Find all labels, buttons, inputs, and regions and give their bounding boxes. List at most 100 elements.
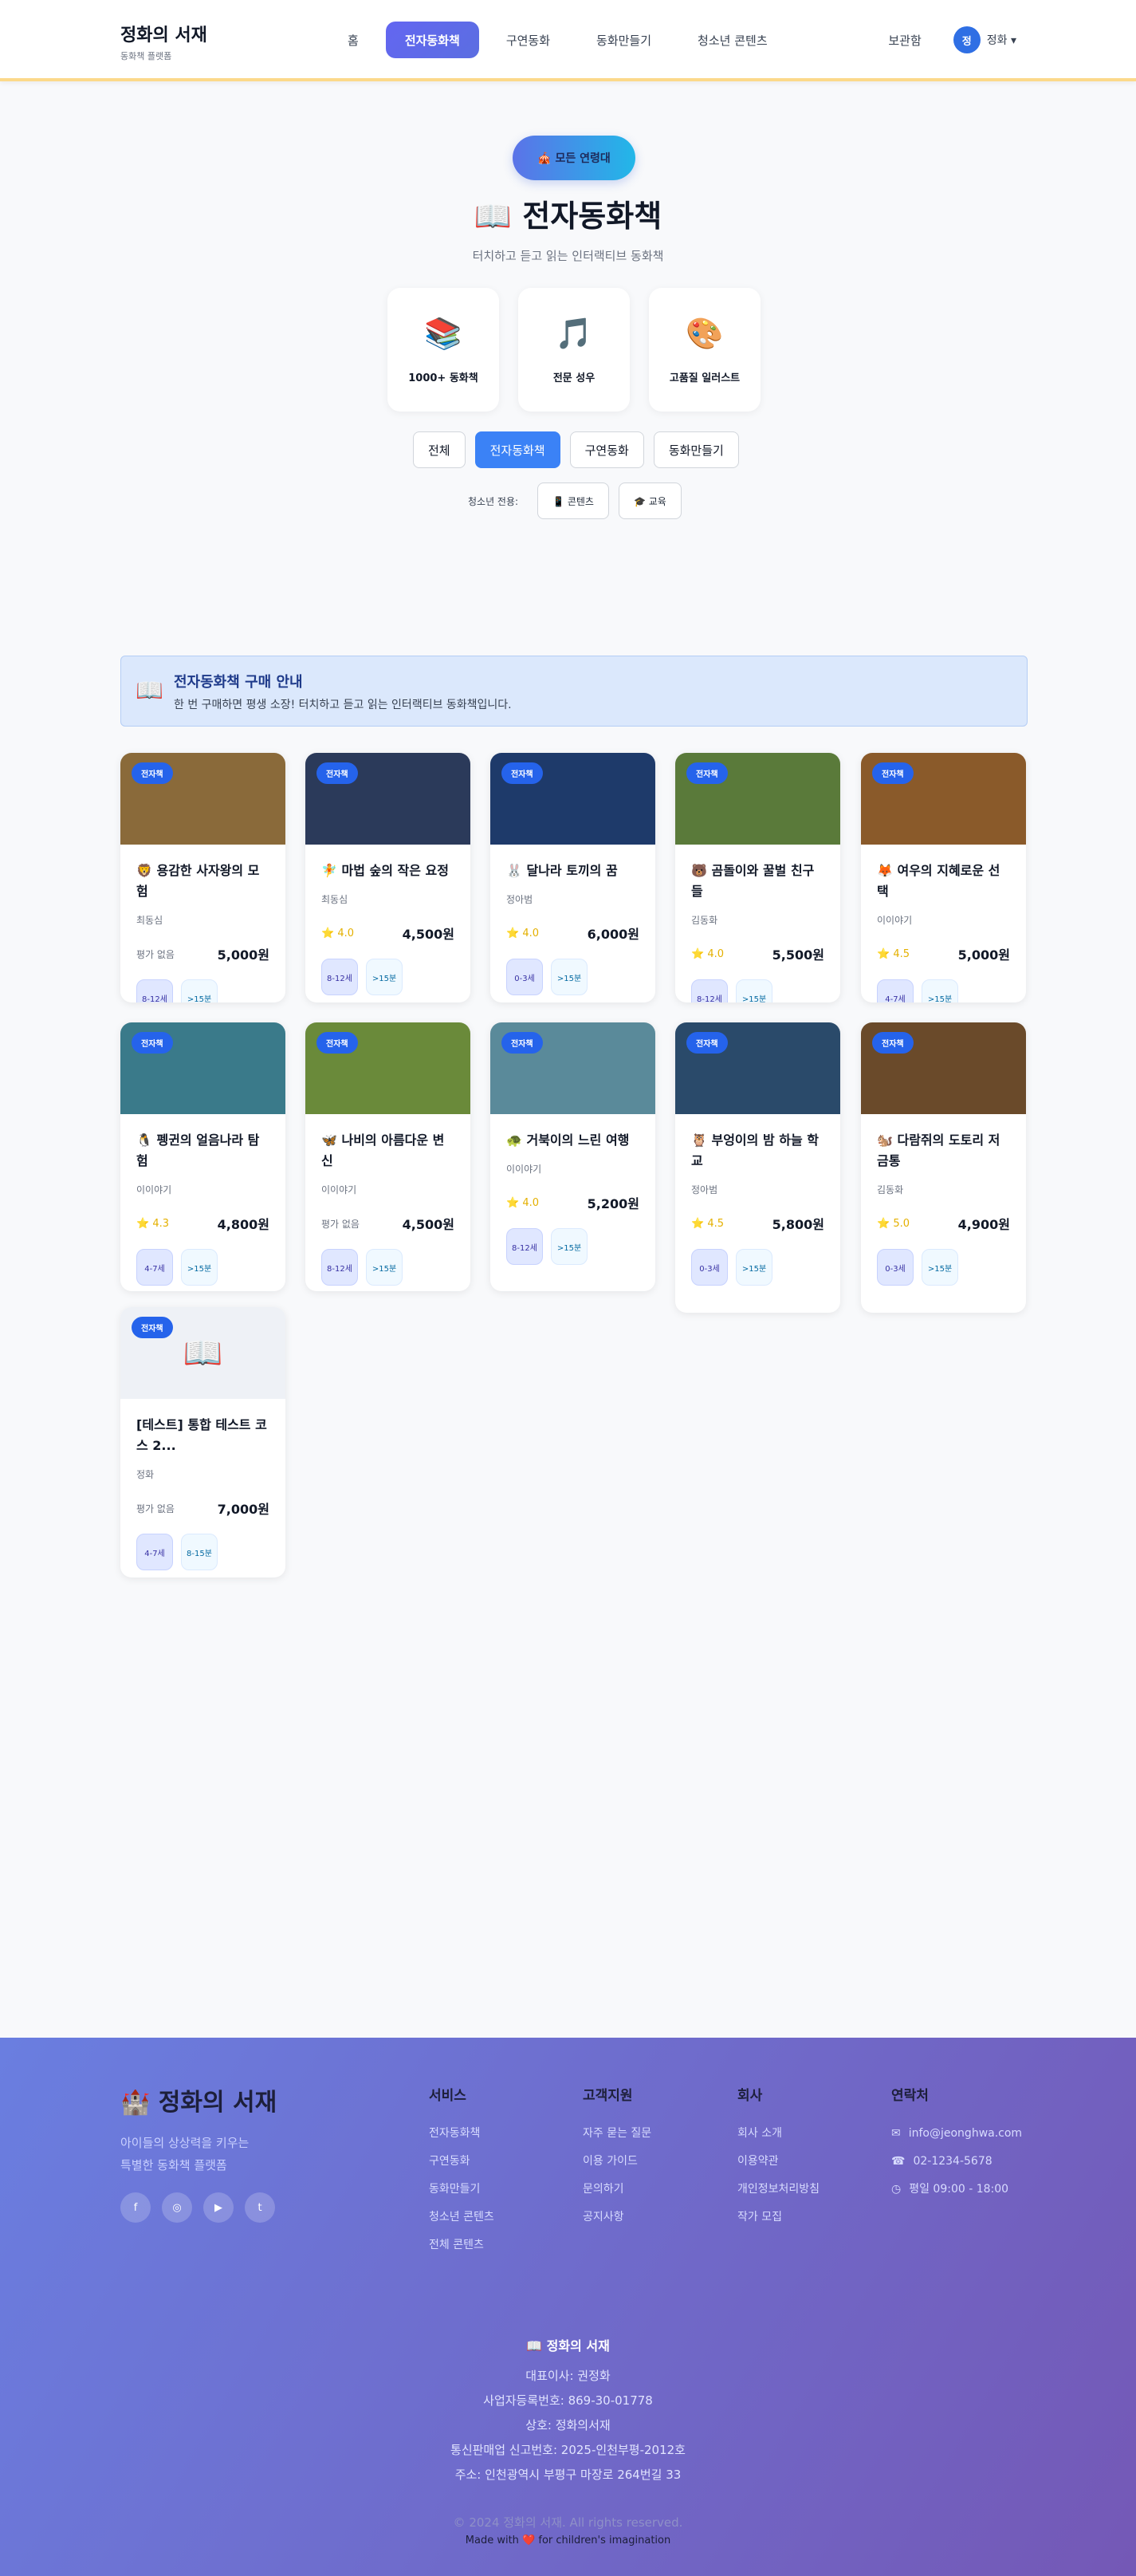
footer-link[interactable]: 구연동화	[429, 2148, 494, 2176]
contact-email[interactable]: ✉ info@jeonghwa.com	[891, 2120, 1027, 2148]
filter-storytelling[interactable]: 구연동화	[569, 431, 644, 468]
book-cover[interactable]: 전자책	[675, 1022, 840, 1114]
filter-create[interactable]: 동화만들기	[653, 431, 739, 468]
footer-link[interactable]: 공지사항	[583, 2204, 651, 2231]
book-price: 5,200원	[587, 1196, 639, 1211]
youth-label: 청소년 전용:	[468, 495, 519, 507]
book-card[interactable]: 전자책 🐧 펭귄의 얼음나라 탐험 이이야기 ⭐ 4.3 4,800원 4-7세 >15분	[120, 1022, 285, 1291]
company-info: 대표이사: 권정화 사업자등록번호: 869-30-01778 상호: 정화의서…	[0, 2364, 1136, 2487]
book-card[interactable]: 전자책 🐻 곰돌이와 꿀벌 친구들 김동화 ⭐ 4.0 5,500원 8-12세 >15분	[675, 753, 840, 1002]
youtube-icon[interactable]: ▶	[203, 2192, 234, 2223]
book-card[interactable]: 전자책 🦉 부엉이의 밤 하늘 학교 정아범 ⭐ 4.5 5,800원 0-3세 >15분	[675, 1022, 840, 1313]
age-tag: 4-7세	[877, 979, 914, 1002]
footer-desc-line: 아이들의 상상력을 키우는	[120, 2136, 250, 2150]
book-price: 4,500원	[402, 1217, 454, 1232]
book-card[interactable]: 전자책 🦋 나비의 아름다운 변신 이이야기 평가 없음 4,500원 8-12세 >15분	[305, 1022, 470, 1291]
contact-text: info@jeonghwa.com	[908, 2127, 1023, 2140]
facebook-icon[interactable]: f	[120, 2192, 151, 2223]
book-cover[interactable]: 전자책	[120, 1022, 285, 1114]
book-price: 5,000원	[217, 947, 269, 963]
footer-link[interactable]: 전체 콘텐츠	[429, 2231, 494, 2259]
book-rating: 평가 없음	[321, 1218, 360, 1230]
ebook-badge: 전자책	[686, 762, 728, 784]
book-rating: ⭐ 4.0	[506, 927, 539, 939]
footer-link[interactable]: 전자동화책	[429, 2120, 494, 2148]
book-card[interactable]: 전자책 🐰 달나라 토끼의 꿈 정아범 ⭐ 4.0 6,000원 0-3세 >15분	[490, 753, 655, 1002]
footer-link[interactable]: 동화만들기	[429, 2176, 494, 2204]
nav-create[interactable]: 동화만들기	[577, 22, 670, 58]
nav-ebooks[interactable]: 전자동화책	[385, 22, 479, 58]
footer-link[interactable]: 작가 모집	[737, 2204, 820, 2231]
ebook-badge: 전자책	[132, 762, 173, 784]
instagram-icon[interactable]: ◎	[162, 2192, 192, 2223]
twitter-icon[interactable]: t	[245, 2192, 275, 2223]
book-cover[interactable]: 전자책	[305, 1022, 470, 1114]
book-rating: ⭐ 4.5	[691, 1217, 724, 1230]
age-pill[interactable]: 🎪 모든 연령대	[513, 136, 635, 180]
user-menu[interactable]: 정 정화 ▾	[953, 26, 1016, 53]
footer-link[interactable]: 문의하기	[583, 2176, 651, 2204]
duration-tag: >15분	[181, 1249, 218, 1286]
book-cover[interactable]: 전자책	[490, 1022, 655, 1114]
book-title: 🦊 여우의 지혜로운 선택	[877, 863, 1000, 899]
palette-icon: 🎨	[686, 315, 724, 351]
book-price: 6,000원	[587, 927, 639, 942]
book-cover[interactable]: 전자책	[305, 753, 470, 845]
filter-all[interactable]: 전체	[413, 431, 466, 468]
site-header: 정화의 서재 동화책 플랫폼 홈 전자동화책 구연동화 동화만들기 청소년 콘텐…	[0, 0, 1136, 81]
duration-tag: 8-15분	[181, 1534, 218, 1570]
ebook-badge: 전자책	[872, 1032, 914, 1054]
book-cover[interactable]: 전자책	[861, 753, 1026, 845]
footer-link[interactable]: 이용 가이드	[583, 2148, 651, 2176]
library-link[interactable]: 보관함	[888, 32, 921, 49]
ebook-badge: 전자책	[316, 1032, 358, 1054]
footer-link[interactable]: 개인정보처리방침	[737, 2176, 820, 2204]
footer-col-service: 서비스 전자동화책 구연동화 동화만들기 청소년 콘텐츠 전체 콘텐츠	[429, 2084, 494, 2259]
contact-text: 평일 09:00 - 18:00	[909, 2183, 1009, 2196]
nav-youth[interactable]: 청소년 콘텐츠	[678, 22, 787, 58]
filter-ebooks[interactable]: 전자동화책	[474, 431, 560, 468]
book-author: 김동화	[691, 915, 718, 926]
company-info-line: 주소: 인천광역시 부평구 마장로 264번길 33	[454, 2468, 682, 2482]
book-cover[interactable]: 전자책	[675, 753, 840, 845]
book-cover[interactable]: 전자책	[861, 1022, 1026, 1114]
book-title: 🐧 펭귄의 얼음나라 탐험	[136, 1132, 260, 1168]
book-title: 🧚 마법 숲의 작은 요정	[321, 863, 449, 878]
book-cover[interactable]: 전자책	[120, 753, 285, 845]
book-cover[interactable]: 전자책	[490, 753, 655, 845]
book-card[interactable]: 📖 전자책 [테스트] 통합 테스트 코스 2... 정화 평가 없음 7,000원 4-7…	[120, 1307, 285, 1578]
duration-tag: >15분	[551, 959, 588, 995]
book-card[interactable]: 전자책 🐿️ 다람쥐의 도토리 저금통 김동화 ⭐ 5.0 4,900원 0-3세 >15분	[861, 1022, 1026, 1313]
duration-tag: >15분	[736, 979, 772, 1002]
book-card[interactable]: 전자책 🦁 용감한 사자왕의 모험 최동심 평가 없음 5,000원 8-12세 >15분	[120, 753, 285, 1002]
book-card[interactable]: 전자책 🐢 거북이의 느린 여행 이이야기 ⭐ 4.0 5,200원 8-12세 >15분	[490, 1022, 655, 1291]
age-tag: 0-3세	[877, 1249, 914, 1286]
book-title: 🐰 달나라 토끼의 꿈	[506, 863, 618, 878]
site-logo[interactable]: 정화의 서재 동화책 플랫폼	[120, 21, 207, 62]
book-card[interactable]: 전자책 🦊 여우의 지혜로운 선택 이이야기 ⭐ 4.5 5,000원 4-7세 >15분	[861, 753, 1026, 1002]
footer-link[interactable]: 청소년 콘텐츠	[429, 2204, 494, 2231]
feature-card: 📚 1000+ 동화책	[387, 288, 499, 412]
age-tag: 8-12세	[321, 1249, 358, 1286]
footer-link[interactable]: 회사 소개	[737, 2120, 820, 2148]
company-info-line: 상호: 정화의서재	[525, 2418, 611, 2432]
book-placeholder-icon: 📖	[183, 1335, 223, 1372]
duration-tag: >15분	[366, 959, 403, 995]
nav-storytelling[interactable]: 구연동화	[487, 22, 569, 58]
contact-phone[interactable]: ☎ 02-1234-5678	[891, 2148, 1027, 2176]
book-title: 🦁 용감한 사자왕의 모험	[136, 863, 260, 899]
footer-col-title: 서비스	[429, 2088, 466, 2104]
nav-home[interactable]: 홈	[328, 22, 378, 58]
feature-label: 1000+ 동화책	[408, 372, 478, 384]
ebook-badge: 전자책	[132, 1317, 173, 1338]
book-cover[interactable]: 📖 전자책	[120, 1307, 285, 1399]
purchase-notice: 📖 전자동화책 구매 안내 한 번 구매하면 평생 소장! 터치하고 듣고 읽는…	[120, 656, 1028, 727]
youth-education-button[interactable]: 🎓 교육	[618, 483, 682, 519]
book-card[interactable]: 전자책 🧚 마법 숲의 작은 요정 최동심 ⭐ 4.0 4,500원 8-12세 >15분	[305, 753, 470, 1002]
book-title: 🦉 부엉이의 밤 하늘 학교	[691, 1132, 819, 1168]
footer-link[interactable]: 이용약관	[737, 2148, 820, 2176]
book-author: 김동화	[877, 1184, 904, 1195]
book-author: 이이야기	[136, 1184, 172, 1195]
youth-content-button[interactable]: 📱 콘텐츠	[537, 483, 609, 519]
footer-link[interactable]: 자주 묻는 질문	[583, 2120, 651, 2148]
